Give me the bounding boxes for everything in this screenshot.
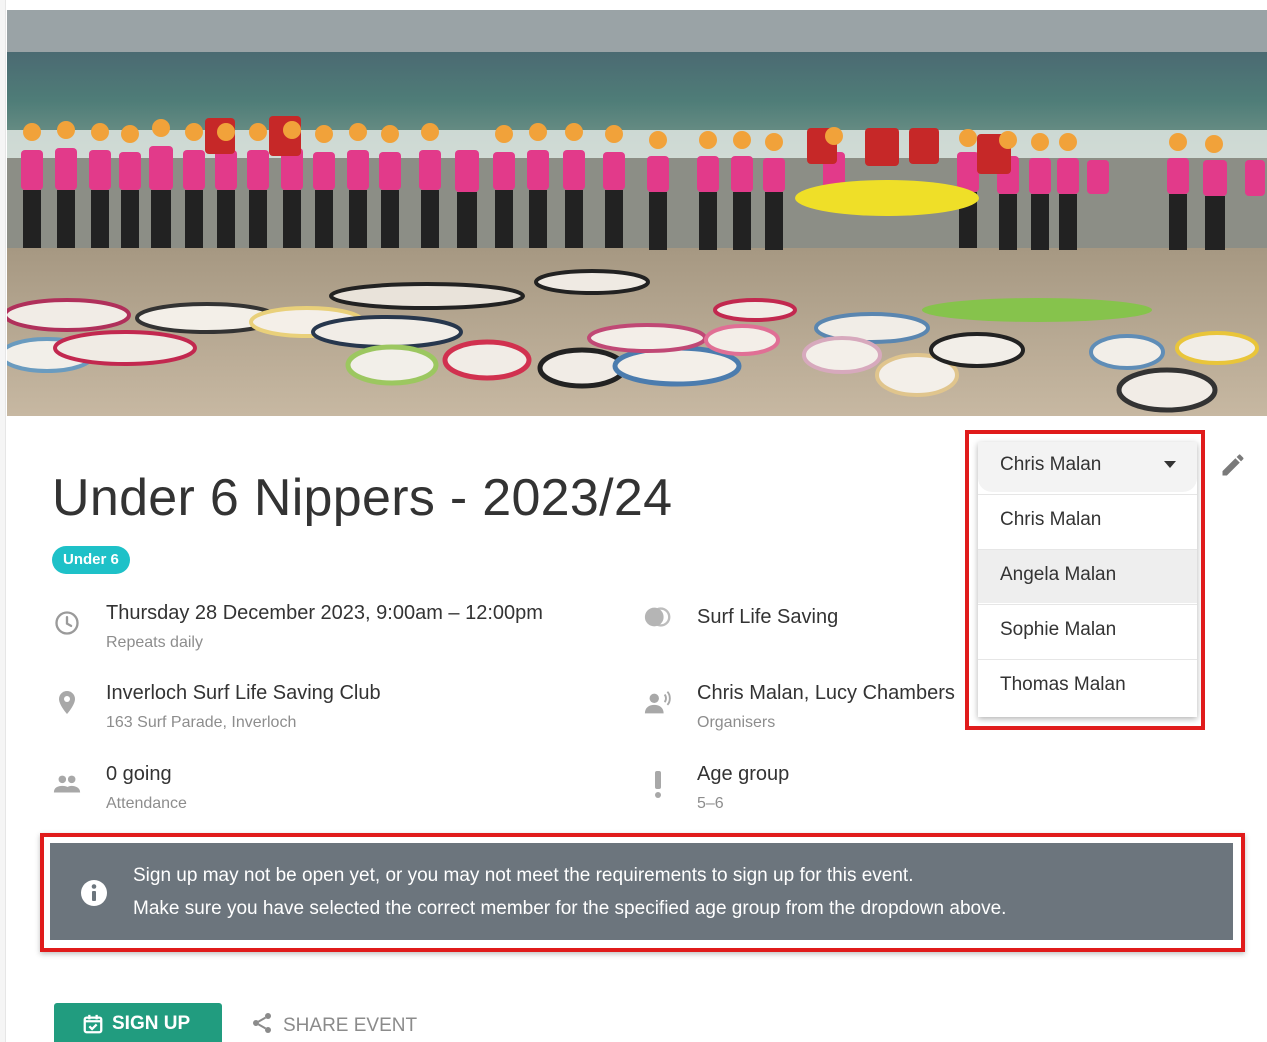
event-title: Under 6 Nippers - 2023/24 — [52, 469, 673, 527]
dropdown-highlight-outline — [965, 430, 1205, 730]
calendar-check-icon — [82, 1013, 104, 1041]
share-event-button[interactable]: SHARE EVENT — [250, 1011, 417, 1041]
toggle-icon — [643, 602, 673, 632]
notice-highlight-outline — [40, 833, 1245, 952]
datetime-text: Thursday 28 December 2023, 9:00am – 12:0… — [106, 602, 543, 624]
people-icon — [52, 769, 82, 799]
organisers-text: Chris Malan, Lucy Chambers — [697, 682, 955, 704]
pencil-icon[interactable] — [1219, 451, 1247, 484]
map-pin-icon — [52, 688, 82, 718]
attendance-text: 0 going — [106, 763, 172, 785]
speaker-person-icon — [643, 688, 673, 718]
organisers-label: Organisers — [697, 714, 776, 731]
location-address: 163 Surf Parade, Inverloch — [106, 714, 297, 731]
clock-icon — [52, 608, 82, 638]
sign-up-label: SIGN UP — [112, 1013, 191, 1034]
sign-up-button[interactable]: SIGN UP — [54, 1003, 222, 1042]
age-group-value: 5–6 — [697, 795, 724, 812]
event-cover-photo — [7, 10, 1267, 416]
age-group-label: Age group — [697, 763, 790, 785]
age-tag-badge: Under 6 — [52, 546, 130, 574]
location-name: Inverloch Surf Life Saving Club — [106, 682, 381, 704]
attendance-label: Attendance — [106, 795, 187, 812]
activity-text: Surf Life Saving — [697, 606, 839, 628]
share-icon — [250, 1011, 274, 1041]
recurrence-text: Repeats daily — [106, 634, 203, 651]
left-rail — [0, 0, 6, 1042]
share-event-label: SHARE EVENT — [283, 1015, 418, 1036]
exclamation-icon — [643, 769, 673, 799]
